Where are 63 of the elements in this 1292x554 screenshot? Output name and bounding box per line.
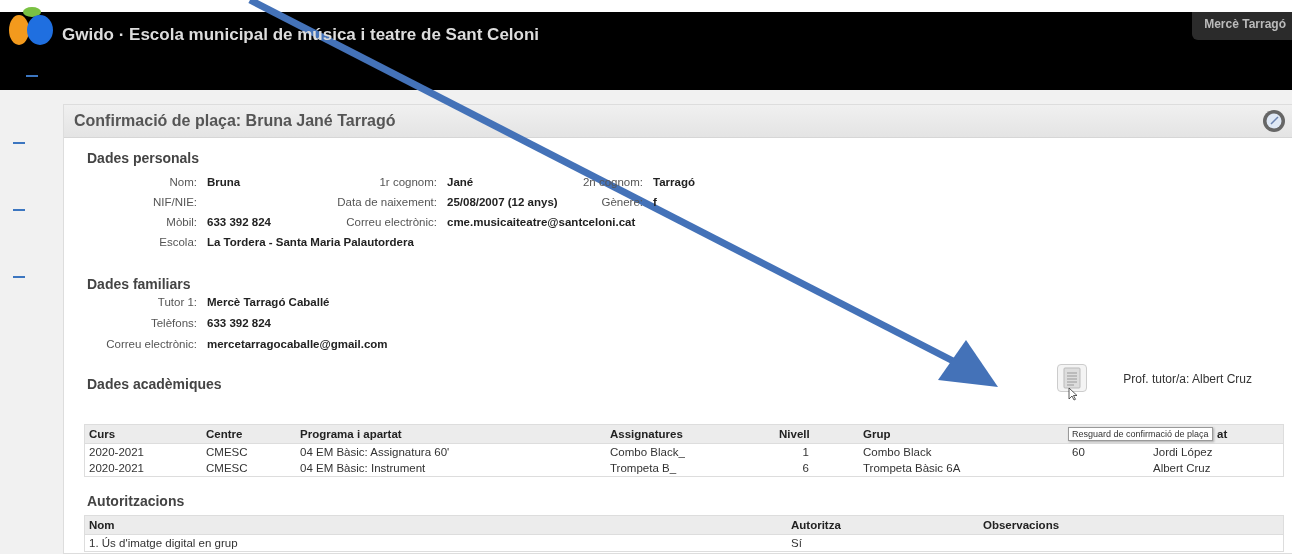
- column-header: Autoritza: [787, 515, 979, 535]
- panel-title: Confirmació de plaça: Bruna Jané Tarragó: [74, 112, 396, 130]
- field-value: 25/08/2007 (12 anys): [447, 196, 559, 208]
- column-header: Programa i apartat: [296, 424, 606, 444]
- table-cell: 1: [775, 443, 859, 460]
- column-header: Centre: [202, 424, 296, 444]
- table-cell: 2020-2021: [84, 460, 202, 477]
- field-label: Gènere:: [600, 196, 643, 208]
- menu-dash[interactable]: [12, 142, 25, 144]
- column-header: Curs: [84, 424, 202, 444]
- table-cell: 04 EM Bàsic: Assignatura 60': [296, 443, 606, 460]
- table-cell: CMESC: [202, 460, 296, 477]
- table-cell: Trompeta B_: [606, 460, 775, 477]
- field-value: cme.musicaiteatre@santceloni.cat: [447, 216, 637, 228]
- table-cell: 04 EM Bàsic: Instrument: [296, 460, 606, 477]
- field-label: Escola:: [158, 236, 197, 248]
- section-heading: Dades acadèmiques: [87, 376, 222, 392]
- section-heading: Autoritzacions: [87, 493, 186, 509]
- table-cell: Trompeta Bàsic 6A: [859, 460, 1068, 477]
- menu-dash[interactable]: [12, 276, 25, 278]
- column-header: Observacions: [979, 515, 1284, 535]
- table-cell: 2020-2021: [84, 443, 202, 460]
- section-heading: Dades familiars: [87, 276, 192, 292]
- field-value: 633 392 824: [207, 317, 272, 329]
- section-heading: Dades personals: [87, 150, 201, 166]
- clock-icon[interactable]: [1262, 109, 1286, 133]
- table-cell: Albert Cruz: [1149, 460, 1284, 477]
- table-cell: 1. Ús d'imatge digital en grup: [84, 534, 787, 552]
- table-cell: 60: [1068, 443, 1149, 460]
- column-header: Assignatures: [606, 424, 775, 444]
- table-cell: 6: [775, 460, 859, 477]
- table-cell: Combo Black_: [606, 443, 775, 460]
- field-value: Bruna: [207, 176, 242, 188]
- tutor-label: Prof. tutor/a: Albert Cruz: [1123, 372, 1252, 386]
- cursor-icon: [1068, 387, 1079, 401]
- field-value: f: [653, 196, 658, 208]
- field-label: Correu electrònic:: [345, 216, 437, 228]
- field-label: 1r cognom:: [378, 176, 437, 188]
- document-icon: [1063, 367, 1082, 389]
- menu-dash[interactable]: [12, 209, 25, 211]
- field-value: Jané: [447, 176, 475, 188]
- table-cell: Sí: [787, 534, 979, 552]
- column-header: Nivell: [775, 424, 859, 444]
- column-header: Grup: [859, 424, 1068, 444]
- field-value: Mercè Tarragó Caballé: [207, 296, 331, 308]
- field-label: Data de naixement:: [336, 196, 437, 208]
- field-label: NIF/NIE:: [151, 196, 197, 208]
- field-value: La Tordera - Santa Maria Palautordera: [207, 236, 415, 248]
- tooltip: Resguard de confirmació de plaça: [1068, 427, 1213, 441]
- table-cell: Combo Black: [859, 443, 1068, 460]
- column-header: Nom: [84, 515, 787, 535]
- logo-icon: [8, 6, 56, 48]
- user-menu[interactable]: Mercè Tarragó: [1192, 12, 1292, 40]
- field-value: mercetarragocaballe@gmail.com: [207, 338, 389, 350]
- field-label: Mòbil:: [165, 216, 197, 228]
- field-label: Correu electrònic:: [105, 338, 197, 350]
- field-label: Tutor 1:: [156, 296, 197, 308]
- field-label: Telèfons:: [149, 317, 197, 329]
- table-cell: CMESC: [202, 443, 296, 460]
- field-value: 633 392 824: [207, 216, 272, 228]
- table-cell: Jordi López: [1149, 443, 1284, 460]
- field-value: Tarragó: [653, 176, 696, 188]
- field-label: Nom:: [168, 176, 197, 188]
